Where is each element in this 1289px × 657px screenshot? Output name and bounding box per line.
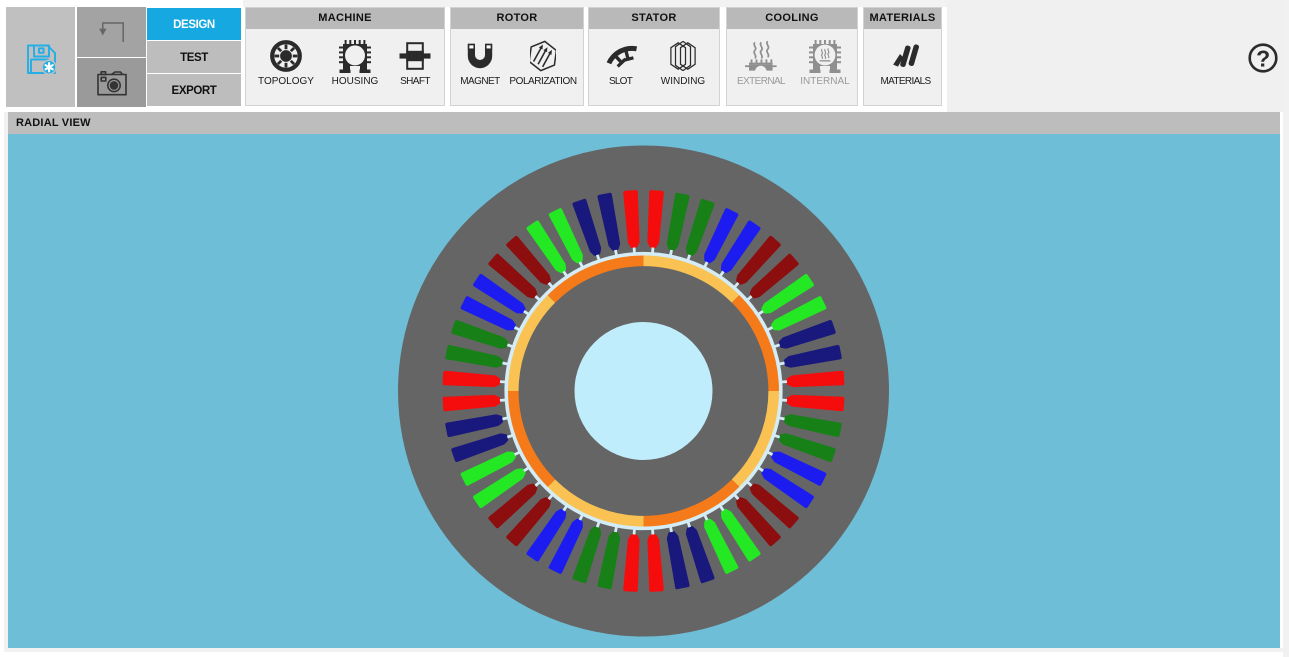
svg-text:?: ? [1256, 46, 1270, 72]
